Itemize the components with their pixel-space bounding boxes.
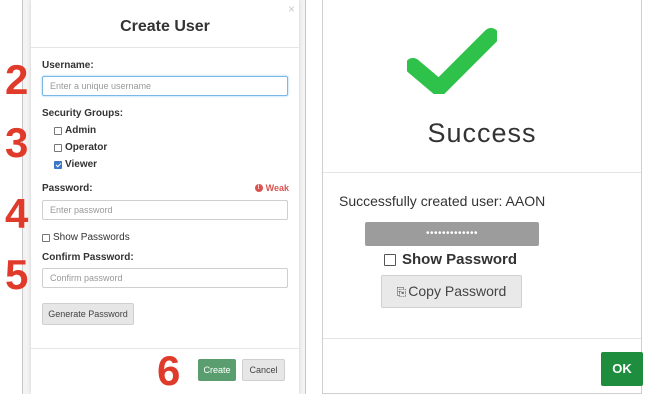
warning-icon: ! [254,184,263,192]
username-label: Username: [42,60,94,71]
group-viewer-label: Viewer [65,159,98,170]
group-admin-label: Admin [65,125,97,136]
checkbox-icon[interactable] [54,126,62,135]
generate-password-button[interactable]: Generate Password [42,303,134,325]
generated-password-field[interactable]: ••••••••••••• [365,222,539,246]
show-password-label: Show Password [402,251,518,268]
step-number-3: 3 [5,119,29,166]
group-admin-checkbox[interactable]: Admin [54,125,96,136]
checkbox-icon[interactable] [384,253,396,266]
password-input[interactable]: Enter password [42,200,288,220]
password-label: Password: [42,183,93,194]
password-strength: ! Weak [254,183,289,193]
success-message: Successfully created user: AAON [339,193,546,209]
ok-button[interactable]: OK [601,352,643,386]
username-input[interactable]: Enter a unique username [42,76,288,96]
success-dialog: Success Successfully created user: AAON … [322,0,643,394]
create-button[interactable]: Create [198,359,236,381]
group-operator-checkbox[interactable]: Operator [54,142,107,153]
header-divider [31,47,299,48]
step-number-5: 5 [5,251,29,298]
confirm-password-label: Confirm Password: [42,252,134,263]
checkbox-checked-icon[interactable] [54,160,62,169]
checkbox-icon[interactable] [54,143,62,152]
create-user-frame: × Create User Username: Enter a unique u… [22,0,306,394]
password-strength-label: Weak [265,183,289,193]
copy-password-label: Copy Password [408,283,507,299]
close-icon[interactable]: × [288,2,295,16]
show-passwords-label: Show Passwords [53,232,130,243]
show-passwords-checkbox[interactable]: Show Passwords [42,232,130,243]
security-groups-label: Security Groups: [42,108,124,119]
success-title: Success [427,118,537,148]
dialog-title: Create User [120,18,210,35]
step-number-4: 4 [5,190,29,237]
success-footer-divider [323,338,641,339]
cancel-button[interactable]: Cancel [242,359,285,381]
checkbox-icon[interactable] [42,233,50,242]
step-number-6: 6 [157,347,181,394]
show-password-checkbox[interactable]: Show Password [384,251,517,268]
confirm-password-input[interactable]: Confirm password [42,268,288,288]
step-number-2: 2 [5,56,29,103]
success-header-divider [323,172,641,173]
create-user-dialog: × Create User Username: Enter a unique u… [31,0,299,394]
group-operator-label: Operator [65,142,108,153]
success-checkmark-icon [407,28,497,94]
copy-icon: ⎘ [396,285,407,299]
group-viewer-checkbox[interactable]: Viewer [54,159,97,170]
copy-password-button[interactable]: ⎘ Copy Password [381,275,522,308]
